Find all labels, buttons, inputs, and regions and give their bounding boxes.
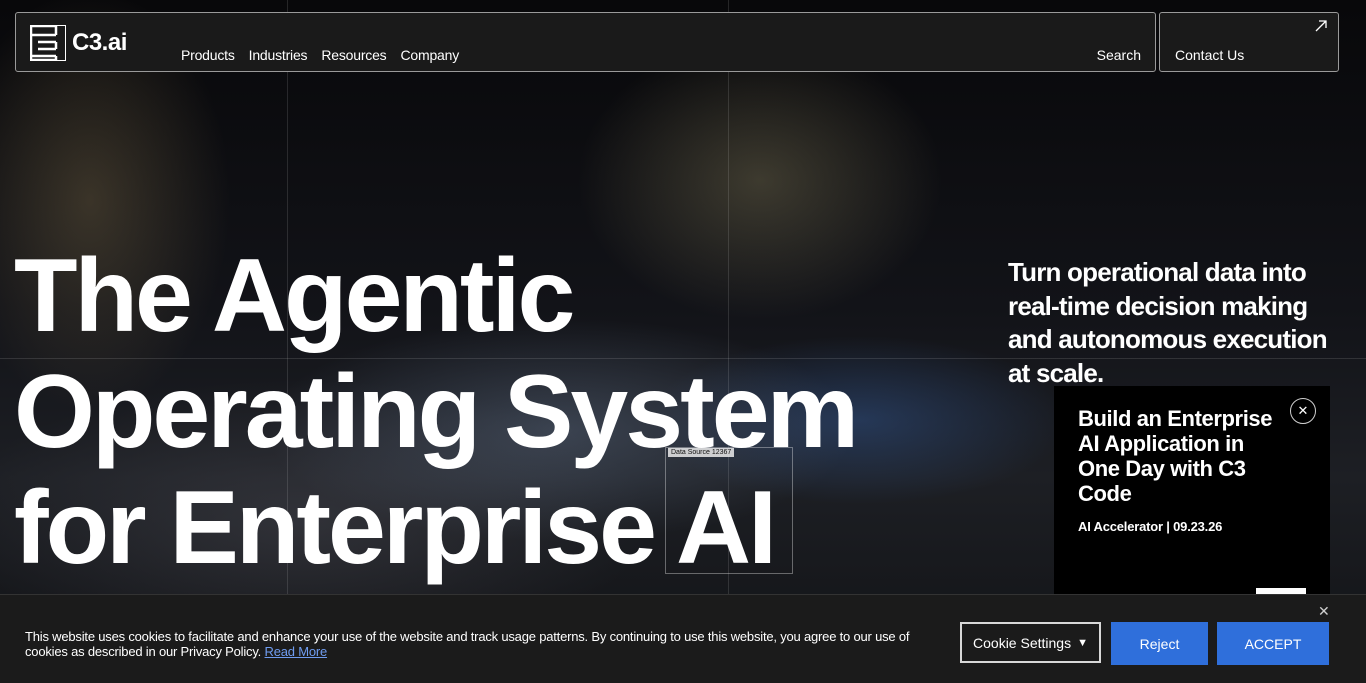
contact-us-button[interactable]: Contact Us bbox=[1159, 12, 1339, 72]
reject-button[interactable]: Reject bbox=[1111, 622, 1208, 665]
nav-item-industries[interactable]: Industries bbox=[249, 47, 308, 63]
arrow-up-right-icon bbox=[1315, 20, 1327, 32]
accept-button[interactable]: ACCEPT bbox=[1217, 622, 1329, 665]
data-source-label: Data Source 12367 bbox=[668, 448, 735, 457]
cookie-settings-button[interactable]: Cookie Settings ▼ bbox=[960, 622, 1101, 663]
nav-item-company[interactable]: Company bbox=[400, 47, 459, 63]
nav-links: Products Industries Resources Company bbox=[181, 47, 459, 63]
nav-item-products[interactable]: Products bbox=[181, 47, 235, 63]
brand-logo[interactable]: C3.ai bbox=[30, 25, 127, 61]
hero-subheadline: Turn operational data into real-time dec… bbox=[1008, 257, 1328, 388]
headline-line: The Agentic bbox=[14, 238, 575, 354]
contact-us-label: Contact Us bbox=[1175, 47, 1245, 63]
data-source-frame bbox=[665, 447, 793, 574]
read-more-link[interactable]: Read More bbox=[265, 644, 328, 659]
c3-logo-icon bbox=[30, 25, 66, 61]
top-navigation: C3.ai Products Industries Resources Comp… bbox=[15, 12, 1156, 72]
caret-down-icon: ▼ bbox=[1077, 636, 1088, 649]
nav-item-resources[interactable]: Resources bbox=[321, 47, 386, 63]
promo-meta: AI Accelerator | 09.23.26 bbox=[1078, 519, 1223, 534]
promo-title[interactable]: Build an Enterprise AI Application in On… bbox=[1078, 406, 1283, 506]
promo-card[interactable]: Build an Enterprise AI Application in On… bbox=[1054, 386, 1330, 596]
brand-name: C3.ai bbox=[72, 29, 127, 56]
close-icon: ✕ bbox=[1297, 403, 1309, 418]
promo-close-button[interactable]: ✕ bbox=[1290, 398, 1316, 424]
search-link[interactable]: Search bbox=[1097, 47, 1141, 63]
cookie-settings-label: Cookie Settings bbox=[973, 634, 1072, 651]
cookie-close-icon[interactable]: ✕ bbox=[1318, 603, 1330, 620]
cookie-banner: ✕ This website uses cookies to facilitat… bbox=[0, 594, 1366, 683]
cookie-notice-body: This website uses cookies to facilitate … bbox=[25, 629, 910, 659]
cookie-notice-text: This website uses cookies to facilitate … bbox=[25, 629, 935, 659]
